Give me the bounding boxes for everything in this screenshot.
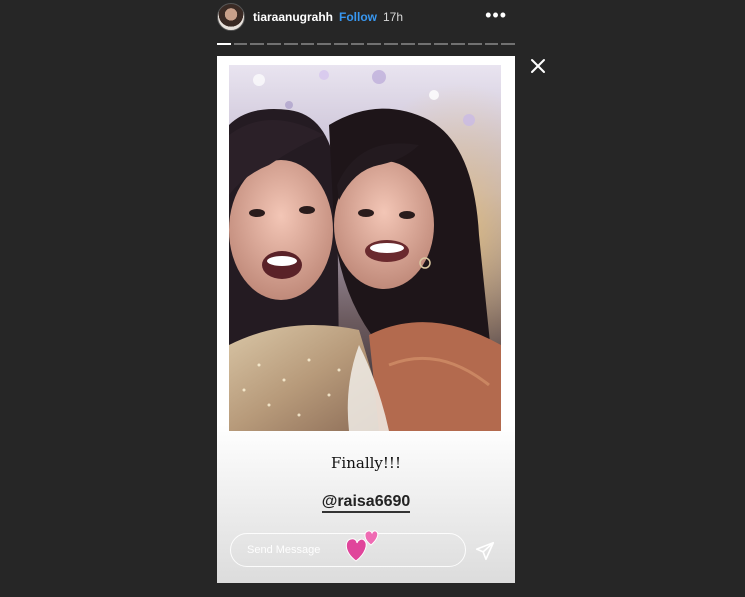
- story-progress-segment: [250, 43, 265, 45]
- story-photo: [229, 65, 501, 431]
- story-header: tiaraanugrahh Follow 17h •••: [217, 2, 515, 32]
- story-progress-bar: [217, 43, 515, 45]
- mention-text[interactable]: @raisa6690: [321, 493, 411, 513]
- more-options-icon[interactable]: •••: [485, 5, 507, 26]
- story-progress-segment: [267, 43, 281, 45]
- story-progress-segment: [451, 43, 465, 45]
- story-caption: Finally!!!: [331, 454, 401, 472]
- story-progress-segment: [283, 43, 298, 45]
- story-progress-segment: [233, 43, 248, 45]
- story-progress-segment: [467, 43, 482, 45]
- two-hearts-icon: [345, 530, 379, 562]
- story-progress-segment: [317, 43, 332, 45]
- story-progress-segment: [434, 43, 449, 45]
- mention-sticker[interactable]: @raisa6690: [217, 493, 515, 513]
- paper-plane-icon[interactable]: [474, 540, 496, 562]
- story-viewer: tiaraanugrahh Follow 17h ••• Finally!!! …: [0, 0, 745, 597]
- story-progress-segment: [350, 43, 365, 45]
- story-progress-segment: [300, 43, 315, 45]
- story-progress-segment: [484, 43, 499, 45]
- avatar[interactable]: [217, 3, 245, 31]
- timestamp: 17h: [383, 10, 404, 24]
- story-progress-segment: [367, 43, 382, 45]
- username[interactable]: tiaraanugrahh: [253, 10, 333, 24]
- story-progress-segment: [217, 43, 231, 45]
- story-progress-segment: [400, 43, 415, 45]
- story-card[interactable]: Finally!!! @raisa6690: [217, 56, 515, 583]
- story-progress-segment: [334, 43, 348, 45]
- story-progress-segment: [384, 43, 398, 45]
- story-progress-segment: [501, 43, 515, 45]
- follow-button[interactable]: Follow: [339, 10, 377, 24]
- story-progress-segment: [417, 43, 432, 45]
- close-icon[interactable]: [528, 56, 548, 76]
